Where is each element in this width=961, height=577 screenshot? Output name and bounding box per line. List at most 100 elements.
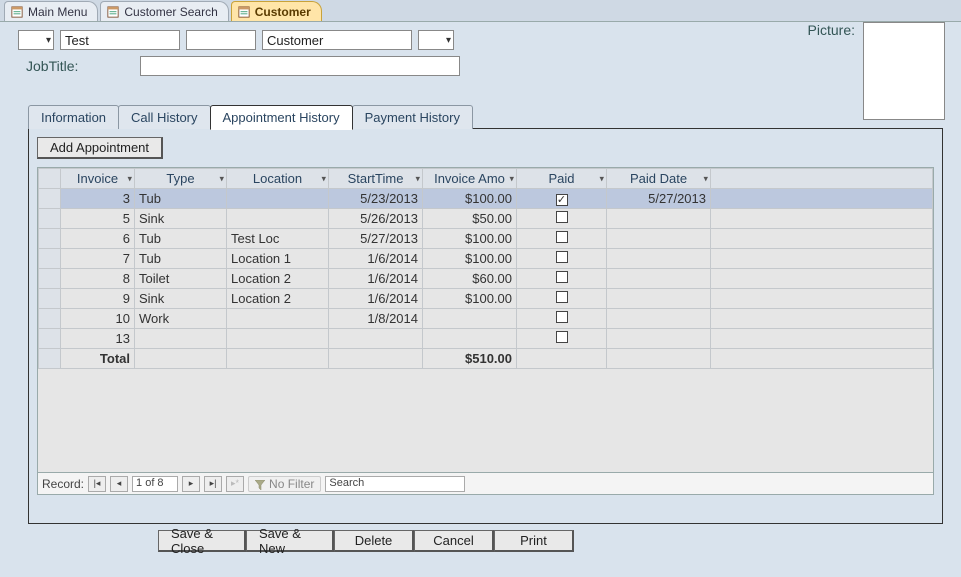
- table-row[interactable]: 10Work1/8/2014: [39, 309, 933, 329]
- middle-name-field[interactable]: [186, 30, 256, 50]
- cell-location[interactable]: Location 2: [227, 289, 329, 309]
- cell-amount[interactable]: $100.00: [423, 189, 517, 209]
- cell-starttime[interactable]: [329, 329, 423, 349]
- cancel-button[interactable]: Cancel: [414, 530, 494, 552]
- nav-prev-button[interactable]: ◂: [110, 476, 128, 492]
- col-header-starttime[interactable]: StartTime▾: [329, 169, 423, 189]
- chevron-down-icon[interactable]: ▾: [509, 173, 514, 184]
- delete-button[interactable]: Delete: [334, 530, 414, 552]
- cell-invoice[interactable]: 5: [61, 209, 135, 229]
- tab-payment-history[interactable]: Payment History: [352, 105, 473, 129]
- cell-location[interactable]: [227, 329, 329, 349]
- last-name-field[interactable]: Customer: [262, 30, 412, 50]
- cell-type[interactable]: Toilet: [135, 269, 227, 289]
- cell-paid[interactable]: [517, 269, 607, 289]
- paid-checkbox[interactable]: ✓: [556, 194, 568, 206]
- cell-type[interactable]: [135, 329, 227, 349]
- cell-location[interactable]: [227, 309, 329, 329]
- row-selector[interactable]: [39, 229, 61, 249]
- prefix-select[interactable]: ▾: [18, 30, 54, 50]
- cell-invoice[interactable]: 10: [61, 309, 135, 329]
- col-header-paid-date[interactable]: Paid Date▾: [607, 169, 711, 189]
- table-row[interactable]: 3Tub 5/23/2013$100.00 ✓ 5/27/2013: [39, 189, 933, 209]
- tab-information[interactable]: Information: [28, 105, 119, 129]
- row-selector[interactable]: [39, 329, 61, 349]
- chevron-down-icon[interactable]: ▾: [219, 173, 224, 184]
- first-name-field[interactable]: Test: [60, 30, 180, 50]
- cell-location[interactable]: [227, 189, 329, 209]
- cell-invoice[interactable]: 6: [61, 229, 135, 249]
- row-selector[interactable]: [39, 269, 61, 289]
- cell-starttime[interactable]: 1/6/2014: [329, 269, 423, 289]
- doc-tab-customer[interactable]: Customer: [231, 1, 322, 21]
- cell-amount[interactable]: $50.00: [423, 209, 517, 229]
- cell-paid-date[interactable]: [607, 329, 711, 349]
- cell-paid-date[interactable]: [607, 309, 711, 329]
- table-row[interactable]: 9SinkLocation 21/6/2014$100.00: [39, 289, 933, 309]
- cell-type[interactable]: Tub: [135, 249, 227, 269]
- cell-amount[interactable]: [423, 309, 517, 329]
- paid-checkbox[interactable]: [556, 311, 568, 323]
- paid-checkbox[interactable]: [556, 271, 568, 283]
- table-row[interactable]: 8ToiletLocation 21/6/2014$60.00: [39, 269, 933, 289]
- row-selector[interactable]: [39, 249, 61, 269]
- cell-location[interactable]: Location 1: [227, 249, 329, 269]
- col-header-location[interactable]: Location▾: [227, 169, 329, 189]
- cell-type[interactable]: Tub: [135, 189, 227, 209]
- cell-amount[interactable]: $100.00: [423, 229, 517, 249]
- cell-starttime[interactable]: 1/8/2014: [329, 309, 423, 329]
- cell-starttime[interactable]: 1/6/2014: [329, 249, 423, 269]
- cell-amount[interactable]: $100.00: [423, 289, 517, 309]
- grid-scroll[interactable]: Invoice▾Type▾Location▾StartTime▾Invoice …: [38, 168, 933, 472]
- tab-call-history[interactable]: Call History: [118, 105, 210, 129]
- row-selector[interactable]: [39, 289, 61, 309]
- nav-first-button[interactable]: |◂: [88, 476, 106, 492]
- col-header-invoice[interactable]: Invoice▾: [61, 169, 135, 189]
- chevron-down-icon[interactable]: ▾: [599, 173, 604, 184]
- cell-paid[interactable]: [517, 309, 607, 329]
- cell-invoice[interactable]: 9: [61, 289, 135, 309]
- col-header-invoice-amo[interactable]: Invoice Amo▾: [423, 169, 517, 189]
- cell-type[interactable]: Sink: [135, 209, 227, 229]
- cell-paid-date[interactable]: 5/27/2013: [607, 189, 711, 209]
- cell-paid[interactable]: [517, 229, 607, 249]
- cell-location[interactable]: [227, 209, 329, 229]
- cell-invoice[interactable]: 3: [61, 189, 135, 209]
- doc-tab-customer-search[interactable]: Customer Search: [100, 1, 228, 21]
- cell-invoice[interactable]: 13: [61, 329, 135, 349]
- cell-paid-date[interactable]: [607, 249, 711, 269]
- chevron-down-icon[interactable]: ▾: [703, 173, 708, 184]
- table-row[interactable]: 7TubLocation 11/6/2014$100.00: [39, 249, 933, 269]
- cell-starttime[interactable]: 5/27/2013: [329, 229, 423, 249]
- search-input[interactable]: Search: [325, 476, 465, 492]
- cell-paid-date[interactable]: [607, 209, 711, 229]
- suffix-select[interactable]: ▾: [418, 30, 454, 50]
- row-selector[interactable]: [39, 209, 61, 229]
- cell-paid[interactable]: ✓: [517, 189, 607, 209]
- cell-paid-date[interactable]: [607, 289, 711, 309]
- row-selector[interactable]: [39, 309, 61, 329]
- doc-tab-main-menu[interactable]: Main Menu: [4, 1, 98, 21]
- cell-paid-date[interactable]: [607, 269, 711, 289]
- cell-type[interactable]: Sink: [135, 289, 227, 309]
- cell-location[interactable]: Test Loc: [227, 229, 329, 249]
- job-title-field[interactable]: [140, 56, 460, 76]
- col-header-type[interactable]: Type▾: [135, 169, 227, 189]
- cell-invoice[interactable]: 7: [61, 249, 135, 269]
- add-appointment-button[interactable]: Add Appointment: [37, 137, 163, 159]
- nav-last-button[interactable]: ▸|: [204, 476, 222, 492]
- col-header-paid[interactable]: Paid▾: [517, 169, 607, 189]
- paid-checkbox[interactable]: [556, 211, 568, 223]
- nav-new-button[interactable]: ▸*: [226, 476, 244, 492]
- chevron-down-icon[interactable]: ▾: [127, 173, 132, 184]
- paid-checkbox[interactable]: [556, 231, 568, 243]
- row-selector-header[interactable]: [39, 169, 61, 189]
- cell-starttime[interactable]: 5/23/2013: [329, 189, 423, 209]
- cell-location[interactable]: Location 2: [227, 269, 329, 289]
- paid-checkbox[interactable]: [556, 291, 568, 303]
- cell-amount[interactable]: [423, 329, 517, 349]
- record-position[interactable]: 1 of 8: [132, 476, 178, 492]
- chevron-down-icon[interactable]: ▾: [321, 173, 326, 184]
- cell-paid[interactable]: [517, 289, 607, 309]
- cell-paid[interactable]: [517, 329, 607, 349]
